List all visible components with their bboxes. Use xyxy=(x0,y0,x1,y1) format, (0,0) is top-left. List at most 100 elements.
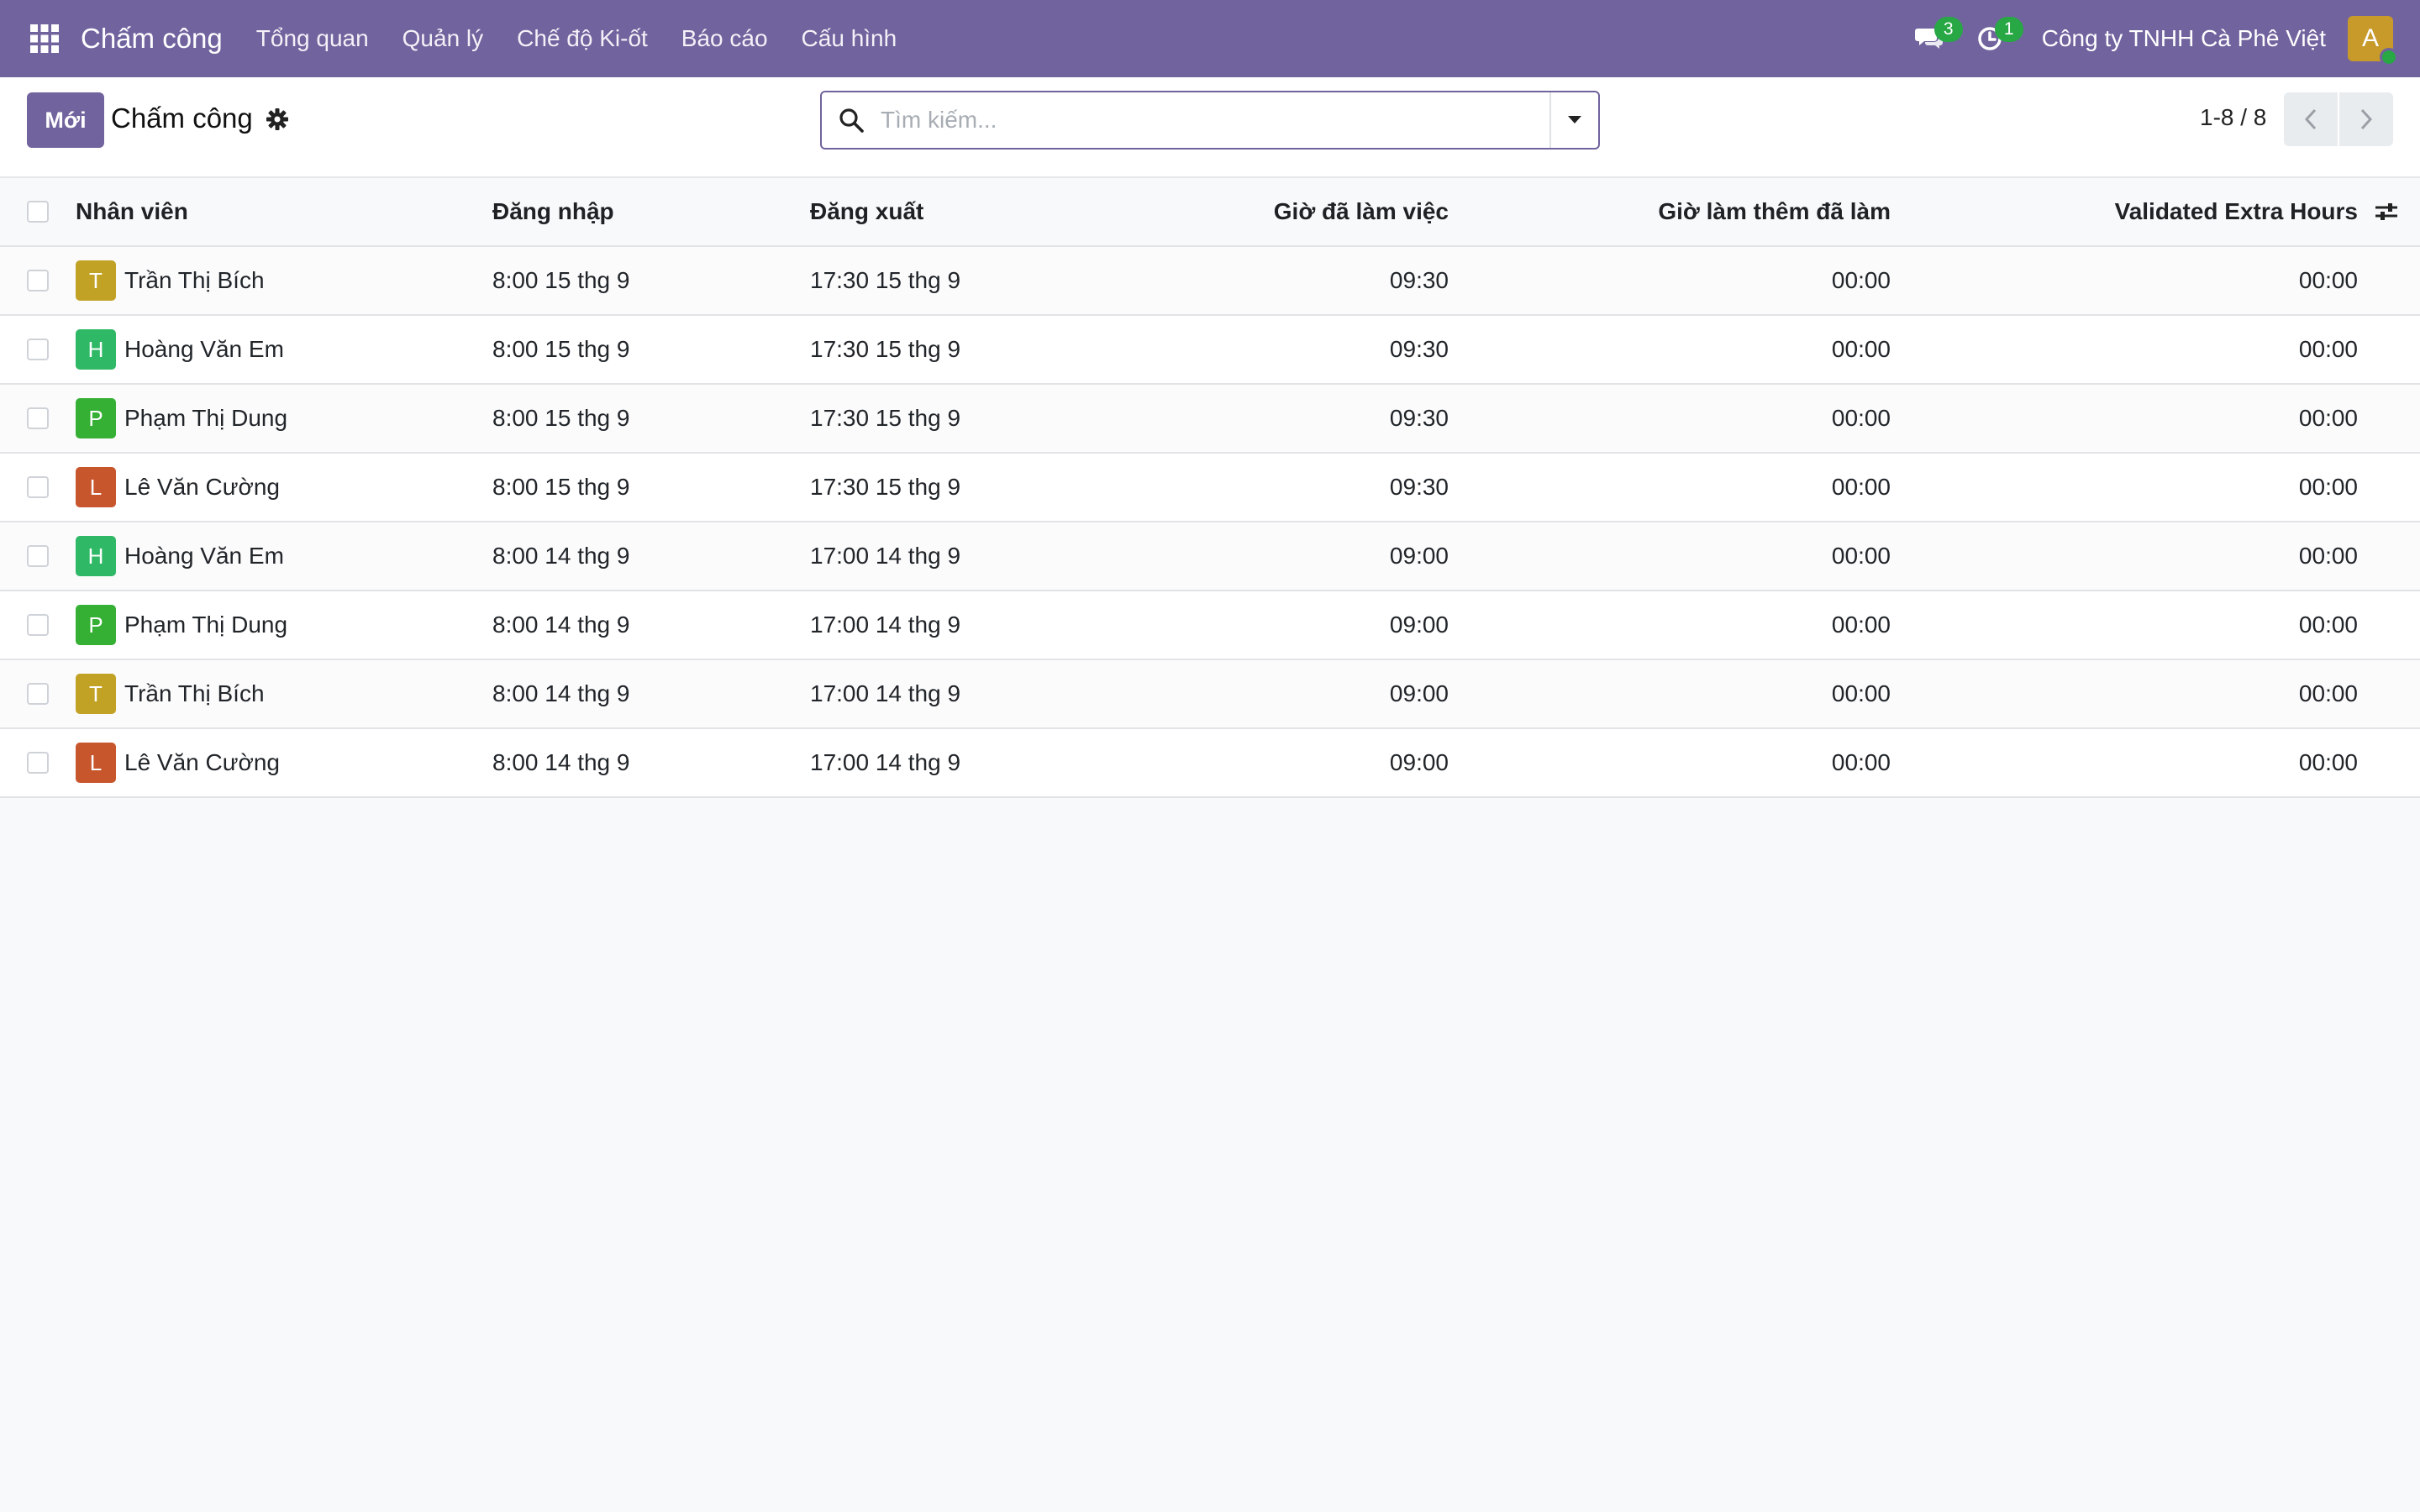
check-in-cell[interactable]: 8:00 14 thg 9 xyxy=(492,729,629,796)
check-out-cell[interactable]: 17:00 14 thg 9 xyxy=(810,522,960,590)
check-out-cell[interactable]: 17:30 15 thg 9 xyxy=(810,316,960,383)
row-select-cell xyxy=(27,522,50,590)
check-out-cell[interactable]: 17:30 15 thg 9 xyxy=(810,385,960,452)
search-options-toggle[interactable] xyxy=(1549,92,1598,148)
validated-extra-hours-cell[interactable]: 00:00 xyxy=(2299,316,2358,383)
validated-extra-hours-cell[interactable]: 00:00 xyxy=(2299,454,2358,521)
company-switcher[interactable]: Công ty TNHH Cà Phê Việt xyxy=(2042,25,2326,52)
apps-menu-icon[interactable] xyxy=(27,21,62,56)
validated-extra-hours-cell[interactable]: 00:00 xyxy=(2299,522,2358,590)
select-all-checkbox[interactable] xyxy=(27,201,49,223)
row-checkbox[interactable] xyxy=(27,545,49,567)
worked-hours-cell[interactable]: 09:30 xyxy=(1390,385,1449,452)
overtime-hours-cell[interactable]: 00:00 xyxy=(1832,454,1891,521)
worked-hours-cell[interactable]: 09:00 xyxy=(1390,660,1449,727)
menu-kiosk-mode[interactable]: Chế độ Ki-ốt xyxy=(500,25,665,52)
pager-previous-button[interactable] xyxy=(2284,92,2338,146)
check-in-cell[interactable]: 8:00 15 thg 9 xyxy=(492,454,629,521)
worked-hours-cell[interactable]: 09:30 xyxy=(1390,316,1449,383)
employee-cell[interactable]: T Trần Thị Bích xyxy=(76,660,265,727)
validated-extra-hours-cell[interactable]: 00:00 xyxy=(2299,729,2358,796)
gear-icon[interactable] xyxy=(266,108,289,131)
employee-avatar: L xyxy=(76,743,116,783)
app-name[interactable]: Chấm công xyxy=(81,23,223,55)
activities-count-badge: 1 xyxy=(1994,17,2023,42)
worked-hours-cell[interactable]: 09:00 xyxy=(1390,522,1449,590)
worked-hours-cell[interactable]: 09:00 xyxy=(1390,591,1449,659)
menu-reporting[interactable]: Báo cáo xyxy=(665,25,785,52)
row-checkbox[interactable] xyxy=(27,339,49,360)
table-row[interactable]: L Lê Văn Cường 8:00 14 thg 9 17:00 14 th… xyxy=(0,729,2420,798)
table-row[interactable]: T Trần Thị Bích 8:00 15 thg 9 17:30 15 t… xyxy=(0,247,2420,316)
table-row[interactable]: P Phạm Thị Dung 8:00 15 thg 9 17:30 15 t… xyxy=(0,385,2420,454)
validated-extra-hours-cell[interactable]: 00:00 xyxy=(2299,385,2358,452)
employee-avatar: H xyxy=(76,329,116,370)
employee-cell[interactable]: P Phạm Thị Dung xyxy=(76,385,287,452)
header-overtime-hours[interactable]: Giờ làm thêm đã làm xyxy=(1658,178,1891,245)
employee-cell[interactable]: P Phạm Thị Dung xyxy=(76,591,287,659)
row-checkbox[interactable] xyxy=(27,614,49,636)
menu-manage[interactable]: Quản lý xyxy=(386,25,501,52)
worked-hours-cell[interactable]: 09:30 xyxy=(1390,454,1449,521)
overtime-hours-cell[interactable]: 00:00 xyxy=(1832,385,1891,452)
table-row[interactable]: H Hoàng Văn Em 8:00 15 thg 9 17:30 15 th… xyxy=(0,316,2420,385)
row-select-cell xyxy=(27,385,50,452)
check-in-cell[interactable]: 8:00 14 thg 9 xyxy=(492,660,629,727)
search-icon xyxy=(839,108,864,133)
header-check-out[interactable]: Đăng xuất xyxy=(810,178,923,245)
header-worked-hours[interactable]: Giờ đã làm việc xyxy=(1274,178,1449,245)
check-in-cell[interactable]: 8:00 14 thg 9 xyxy=(492,522,629,590)
check-in-cell[interactable]: 8:00 15 thg 9 xyxy=(492,247,629,314)
user-avatar[interactable]: A xyxy=(2348,16,2398,66)
check-out-cell[interactable]: 17:00 14 thg 9 xyxy=(810,591,960,659)
table-row[interactable]: P Phạm Thị Dung 8:00 14 thg 9 17:00 14 t… xyxy=(0,591,2420,660)
check-in-cell[interactable]: 8:00 15 thg 9 xyxy=(492,316,629,383)
header-validated-extra-hours[interactable]: Validated Extra Hours xyxy=(2115,178,2358,245)
employee-name: Hoàng Văn Em xyxy=(124,336,284,362)
top-navbar: Chấm công Tổng quan Quản lý Chế độ Ki-ốt… xyxy=(0,0,2420,77)
check-in-cell[interactable]: 8:00 14 thg 9 xyxy=(492,591,629,659)
table-row[interactable]: T Trần Thị Bích 8:00 14 thg 9 17:00 14 t… xyxy=(0,660,2420,729)
row-checkbox[interactable] xyxy=(27,683,49,705)
validated-extra-hours-cell[interactable]: 00:00 xyxy=(2299,247,2358,314)
overtime-hours-cell[interactable]: 00:00 xyxy=(1832,729,1891,796)
activities-button[interactable]: 1 xyxy=(1960,0,2023,77)
menu-configuration[interactable]: Cấu hình xyxy=(785,25,914,52)
check-in-cell[interactable]: 8:00 15 thg 9 xyxy=(492,385,629,452)
check-out-cell[interactable]: 17:30 15 thg 9 xyxy=(810,247,960,314)
employee-cell[interactable]: H Hoàng Văn Em xyxy=(76,522,284,590)
overtime-hours-cell[interactable]: 00:00 xyxy=(1832,522,1891,590)
employee-cell[interactable]: T Trần Thị Bích xyxy=(76,247,265,314)
validated-extra-hours-cell[interactable]: 00:00 xyxy=(2299,591,2358,659)
row-checkbox[interactable] xyxy=(27,270,49,291)
optional-columns-icon[interactable] xyxy=(2370,178,2403,245)
employee-cell[interactable]: H Hoàng Văn Em xyxy=(76,316,284,383)
header-check-in[interactable]: Đăng nhập xyxy=(492,178,614,245)
menu-overview[interactable]: Tổng quan xyxy=(239,25,386,52)
pager-value[interactable]: 1-8 / 8 xyxy=(2200,104,2266,131)
header-employee[interactable]: Nhân viên xyxy=(76,178,188,245)
pager-next-button[interactable] xyxy=(2339,92,2393,146)
overtime-hours-cell[interactable]: 00:00 xyxy=(1832,316,1891,383)
messages-button[interactable]: 3 xyxy=(1899,0,1963,77)
search-input[interactable] xyxy=(881,107,1549,134)
table-row[interactable]: L Lê Văn Cường 8:00 15 thg 9 17:30 15 th… xyxy=(0,454,2420,522)
worked-hours-cell[interactable]: 09:00 xyxy=(1390,729,1449,796)
check-out-cell[interactable]: 17:00 14 thg 9 xyxy=(810,660,960,727)
check-out-cell[interactable]: 17:00 14 thg 9 xyxy=(810,729,960,796)
employee-cell[interactable]: L Lê Văn Cường xyxy=(76,454,280,521)
employee-name: Trần Thị Bích xyxy=(124,267,265,293)
check-out-cell[interactable]: 17:30 15 thg 9 xyxy=(810,454,960,521)
overtime-hours-cell[interactable]: 00:00 xyxy=(1832,247,1891,314)
overtime-hours-cell[interactable]: 00:00 xyxy=(1832,660,1891,727)
table-row[interactable]: H Hoàng Văn Em 8:00 14 thg 9 17:00 14 th… xyxy=(0,522,2420,591)
row-checkbox[interactable] xyxy=(27,407,49,429)
employee-cell[interactable]: L Lê Văn Cường xyxy=(76,729,280,796)
new-button[interactable]: Mới xyxy=(27,92,104,148)
row-checkbox[interactable] xyxy=(27,476,49,498)
validated-extra-hours-cell[interactable]: 00:00 xyxy=(2299,660,2358,727)
row-checkbox[interactable] xyxy=(27,752,49,774)
overtime-hours-cell[interactable]: 00:00 xyxy=(1832,591,1891,659)
table-body: T Trần Thị Bích 8:00 15 thg 9 17:30 15 t… xyxy=(0,247,2420,798)
worked-hours-cell[interactable]: 09:30 xyxy=(1390,247,1449,314)
